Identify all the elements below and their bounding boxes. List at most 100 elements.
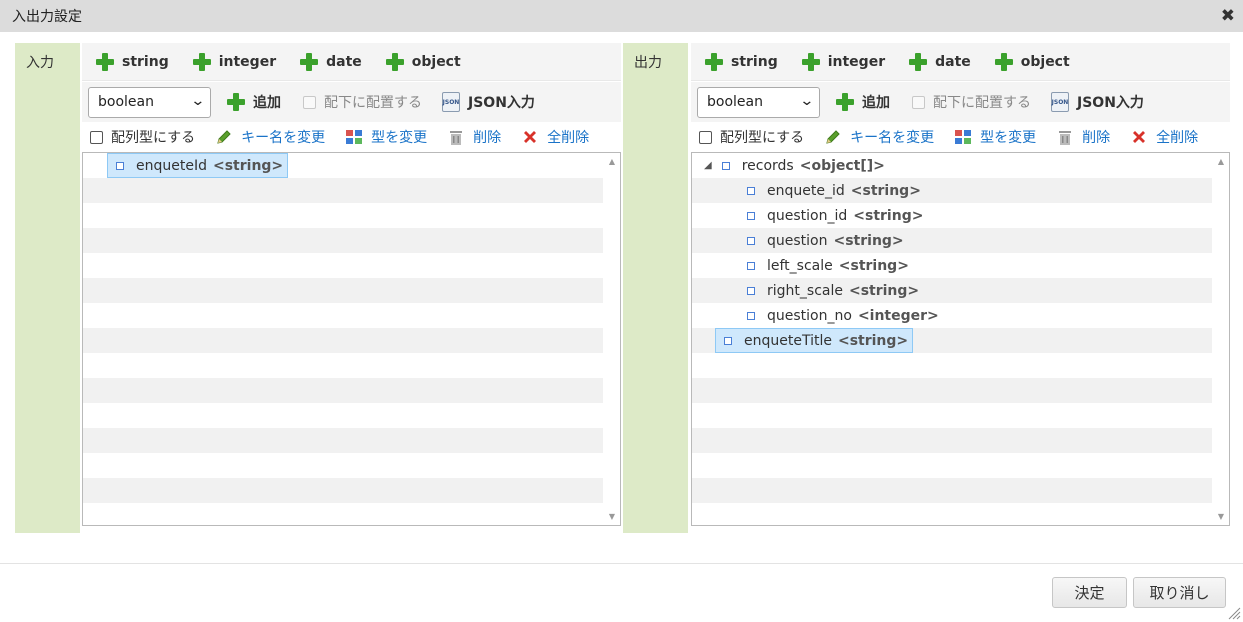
tree-node-right_scale[interactable]: right_scale <string> <box>747 278 919 303</box>
tree-stripe <box>83 378 603 403</box>
output-tree[interactable]: ◢ records <object[]> enquete_id <string>… <box>691 152 1230 526</box>
node-icon <box>721 161 730 170</box>
close-icon[interactable]: ✖ <box>1221 6 1235 26</box>
input-change-type-label: 型を変更 <box>371 130 428 146</box>
tree-stripe <box>692 428 1212 453</box>
node-icon <box>747 186 755 195</box>
input-add-integer-button[interactable]: integer <box>192 52 276 71</box>
pencil-icon <box>826 130 840 144</box>
tree-node-question_no[interactable]: question_no <integer> <box>747 303 939 328</box>
input-type-toolbar: string integer date object <box>82 43 621 81</box>
plus-icon <box>909 52 928 71</box>
tree-node-left_scale[interactable]: left_scale <string> <box>747 253 909 278</box>
output-add-object-button[interactable]: object <box>994 52 1070 71</box>
plus-icon <box>836 93 854 111</box>
output-add-button[interactable]: 追加 <box>836 92 890 112</box>
node-icon <box>747 261 755 270</box>
input-add-string-button[interactable]: string <box>96 52 169 71</box>
output-rename-button[interactable]: キー名を変更 <box>824 127 934 147</box>
input-tree[interactable]: enqueteId <string> ▲ ▼ <box>82 152 621 526</box>
checkbox-box <box>303 95 316 109</box>
input-tree-scrollbar[interactable]: ▲ ▼ <box>603 153 620 525</box>
input-json-button[interactable]: JSON JSON入力 <box>442 92 535 112</box>
input-child-checkbox-label: 配下に配置する <box>324 95 422 111</box>
tree-node-type: <object[]> <box>799 157 885 174</box>
input-change-type-button[interactable]: 型を変更 <box>345 127 427 147</box>
input-add-toolbar: boolean ⌄ 追加 配下に配置する JSON JSON入力 <box>82 82 621 122</box>
trash-icon <box>1059 131 1072 145</box>
tree-node-records[interactable]: ◢ records <object[]> <box>704 153 885 178</box>
plus-icon <box>385 52 404 71</box>
tree-node-enquete_id[interactable]: enquete_id <string> <box>747 178 921 203</box>
output-type-select[interactable]: boolean ⌄ <box>697 86 820 118</box>
output-delete-button[interactable]: 削除 <box>1056 127 1110 147</box>
plus-icon <box>300 52 319 71</box>
input-add-date-button[interactable]: date <box>300 52 362 71</box>
output-array-checkbox[interactable]: 配列型にする <box>699 127 804 147</box>
input-rename-button[interactable]: キー名を変更 <box>215 127 325 147</box>
output-add-label: 追加 <box>862 95 890 111</box>
output-array-checkbox-label: 配列型にする <box>720 130 805 146</box>
output-add-object-label: object <box>1020 53 1070 70</box>
plus-icon <box>96 52 114 71</box>
scroll-down-icon[interactable]: ▼ <box>1218 512 1224 521</box>
output-add-toolbar: boolean ⌄ 追加 配下に配置する JSON JSON入力 <box>691 82 1230 122</box>
input-delete-label: 削除 <box>473 130 502 146</box>
tree-node-name: enqueteTitle <box>744 332 832 349</box>
tree-node-type: <string> <box>850 182 921 199</box>
tree-node-question[interactable]: question <string> <box>747 228 904 253</box>
output-add-integer-button[interactable]: integer <box>801 52 886 71</box>
input-delete-all-label: 全削除 <box>547 130 590 146</box>
dialog-titlebar: 入出力設定 ✖ <box>0 0 1243 32</box>
ok-button[interactable]: 決定 <box>1052 577 1127 608</box>
output-add-string-label: string <box>731 53 778 70</box>
tree-stripe <box>83 228 603 253</box>
scroll-up-icon[interactable]: ▲ <box>1218 157 1224 166</box>
tree-node-name: question <box>767 232 828 249</box>
scroll-down-icon[interactable]: ▼ <box>609 512 615 521</box>
tree-node-enqueteId[interactable]: enqueteId <string> <box>107 153 289 178</box>
output-add-date-button[interactable]: date <box>909 52 971 71</box>
output-add-string-button[interactable]: string <box>705 52 778 71</box>
output-delete-label: 削除 <box>1082 130 1111 146</box>
input-delete-all-button[interactable]: 全削除 <box>521 127 589 147</box>
node-icon <box>747 236 755 245</box>
tree-node-type: <string> <box>853 207 924 224</box>
tree-node-name: enqueteId <box>136 157 207 174</box>
output-panel-label: 出力 <box>623 43 688 533</box>
output-type-toolbar: string integer date object <box>691 43 1230 81</box>
input-child-checkbox[interactable]: 配下に配置する <box>303 92 422 112</box>
json-file-icon: JSON <box>1051 92 1069 112</box>
tree-stripe <box>83 178 603 203</box>
tree-node-type: <integer> <box>857 307 939 324</box>
input-delete-button[interactable]: 削除 <box>447 127 501 147</box>
node-icon <box>116 161 124 170</box>
output-delete-all-button[interactable]: 全削除 <box>1130 127 1198 147</box>
resize-grip-icon[interactable] <box>1227 606 1241 620</box>
input-array-checkbox[interactable]: 配列型にする <box>90 127 195 147</box>
output-tree-scrollbar[interactable]: ▲ ▼ <box>1212 153 1229 525</box>
pencil-icon <box>217 130 231 144</box>
scroll-up-icon[interactable]: ▲ <box>609 157 615 166</box>
output-change-type-button[interactable]: 型を変更 <box>954 127 1036 147</box>
output-child-checkbox[interactable]: 配下に配置する <box>912 92 1031 112</box>
tree-node-enqueteTitle[interactable]: enqueteTitle <string> <box>715 328 914 353</box>
input-array-checkbox-label: 配列型にする <box>111 130 196 146</box>
output-json-button[interactable]: JSON JSON入力 <box>1051 92 1144 112</box>
tree-node-type: <string> <box>833 232 904 249</box>
input-add-object-button[interactable]: object <box>385 52 461 71</box>
checkbox-box <box>912 95 925 109</box>
input-panel: string integer date object boolean ⌄ 追加 配… <box>82 43 621 533</box>
input-add-button[interactable]: 追加 <box>227 92 281 112</box>
input-edit-toolbar: 配列型にする キー名を変更 型を変更 削除 全削除 <box>82 122 621 152</box>
output-add-integer-label: integer <box>827 53 886 70</box>
input-add-date-label: date <box>326 53 362 70</box>
tree-node-name: question_id <box>767 207 848 224</box>
input-type-select-value: boolean <box>98 94 154 110</box>
cancel-button[interactable]: 取り消し <box>1133 577 1226 608</box>
input-type-select[interactable]: boolean ⌄ <box>88 86 211 118</box>
output-delete-all-label: 全削除 <box>1156 130 1199 146</box>
tree-node-question_id[interactable]: question_id <string> <box>747 203 923 228</box>
expanded-triangle-icon[interactable]: ◢ <box>704 160 712 171</box>
tree-node-type: <string> <box>837 332 909 349</box>
